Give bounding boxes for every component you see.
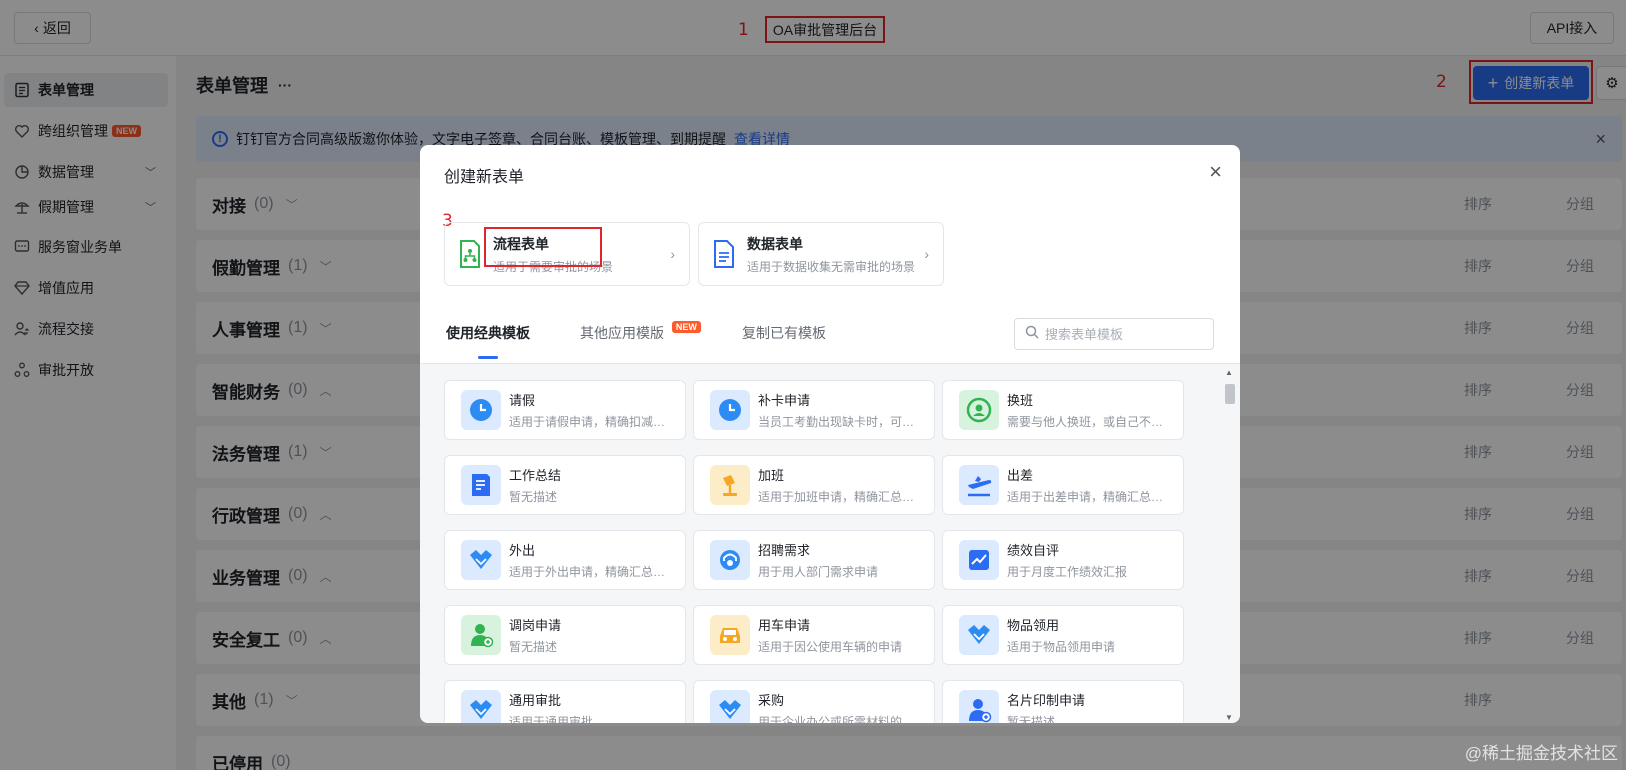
diamond-icon: [710, 690, 750, 723]
plane-icon: [959, 465, 999, 505]
tab-label: 其他应用模版: [580, 325, 664, 341]
diamond-icon: [461, 690, 501, 723]
template-name: 补卡申请: [758, 393, 811, 408]
headset-icon: [710, 540, 750, 580]
data-form-card[interactable]: 数据表单 适用于数据收集无需审批的场景 ›: [698, 222, 944, 286]
template-name: 换班: [1007, 393, 1034, 408]
template-name: 通用审批: [509, 693, 562, 708]
template-card[interactable]: 加班适用于加班申请，精确汇总加班时长: [693, 455, 935, 515]
person-icon: [959, 690, 999, 723]
template-desc: 适用于物品领用申请: [1007, 640, 1116, 654]
tab-classic-templates[interactable]: 使用经典模板: [446, 323, 530, 343]
template-desc: 适用于因公使用车辆的申请: [758, 640, 903, 654]
scroll-thumb[interactable]: [1225, 384, 1235, 404]
scrollbar[interactable]: ▲ ▼: [1224, 368, 1235, 722]
template-card[interactable]: 出差适用于出差申请，精确汇总出差时长: [942, 455, 1184, 515]
template-desc: 暂无描述: [1007, 715, 1056, 723]
template-desc: 适用于通用审批: [509, 715, 594, 723]
search-input[interactable]: [1045, 326, 1205, 342]
chart-icon: [959, 540, 999, 580]
diamond-icon: [959, 615, 999, 655]
template-card[interactable]: 通用审批适用于通用审批: [444, 680, 686, 723]
data-form-title: 数据表单: [747, 235, 803, 252]
template-desc: 暂无描述: [509, 640, 558, 654]
template-desc: 适用于出差申请，精确汇总出差时长: [1007, 490, 1167, 504]
template-name: 绩效自评: [1007, 543, 1060, 558]
close-icon[interactable]: ×: [1209, 159, 1222, 185]
chevron-right-icon: ›: [924, 246, 929, 262]
tab-other-app-templates[interactable]: 其他应用模版 NEW: [580, 321, 701, 343]
template-card[interactable]: 采购用于企业办公或所需材料的采购: [693, 680, 935, 723]
template-name: 请假: [509, 393, 536, 408]
template-name: 用车申请: [758, 618, 811, 633]
template-card[interactable]: 用车申请适用于因公使用车辆的申请: [693, 605, 935, 665]
tab-copy-existing[interactable]: 复制已有模板: [742, 323, 826, 343]
lamp-icon: [710, 465, 750, 505]
template-card[interactable]: 工作总结 暂无描述: [444, 455, 686, 515]
template-desc: 需要与他人换班，或自己不想上的班: [1007, 415, 1167, 429]
template-desc: 用于月度工作绩效汇报: [1007, 565, 1128, 579]
scroll-down-arrow[interactable]: ▼: [1225, 713, 1233, 722]
dialog-title: 创建新表单: [444, 169, 525, 186]
data-form-desc: 适用于数据收集无需审批的场景: [747, 259, 916, 274]
template-card[interactable]: 补卡申请当员工考勤出现缺卡时，可提交补卡: [693, 380, 935, 440]
template-name: 出差: [1007, 468, 1034, 483]
diamond-icon: [461, 540, 501, 580]
search-icon: [1025, 325, 1039, 344]
template-card[interactable]: 外出适用于外出申请，精确汇总外出时长: [444, 530, 686, 590]
template-desc: 用于用人部门需求申请: [758, 565, 879, 579]
template-card[interactable]: 名片印制申请暂无描述: [942, 680, 1184, 723]
car-icon: [710, 615, 750, 655]
template-desc: 适用于外出申请，精确汇总外出时长: [509, 565, 669, 579]
template-grid: 请假适用于请假申请，精确扣减假期余额补卡申请当员工考勤出现缺卡时，可提交补卡换班…: [420, 363, 1240, 723]
template-name: 采购: [758, 693, 785, 708]
person-icon: [461, 615, 501, 655]
scroll-up-arrow[interactable]: ▲: [1225, 368, 1233, 377]
template-card[interactable]: 绩效自评用于月度工作绩效汇报: [942, 530, 1184, 590]
template-name: 工作总结: [509, 468, 562, 483]
template-name: 名片印制申请: [1007, 693, 1086, 708]
active-tab-indicator: [478, 356, 498, 359]
template-name: 外出: [509, 543, 536, 558]
template-card[interactable]: 换班需要与他人换班，或自己不想上的班: [942, 380, 1184, 440]
template-card[interactable]: 请假适用于请假申请，精确扣减假期余额: [444, 380, 686, 440]
flow-form-icon: [457, 239, 483, 269]
template-name: 物品领用: [1007, 618, 1060, 633]
template-desc: 暂无描述: [509, 490, 558, 504]
template-card[interactable]: 招聘需求用于用人部门需求申请: [693, 530, 935, 590]
template-desc: 适用于请假申请，精确扣减假期余额: [509, 415, 669, 429]
template-name: 调岗申请: [509, 618, 562, 633]
watermark: @稀土掘金技术社区: [1464, 744, 1618, 763]
document-icon: [461, 465, 501, 505]
template-desc: 适用于加班申请，精确汇总加班时长: [758, 490, 918, 504]
template-name: 招聘需求: [758, 543, 811, 558]
create-form-dialog: 创建新表单 × 3 流程表单 适用于需要审批的场景 › 数据表单 适用于数据收集…: [420, 145, 1240, 723]
template-card[interactable]: 物品领用适用于物品领用申请: [942, 605, 1184, 665]
clock-icon: [461, 390, 501, 430]
document-icon: [711, 239, 737, 269]
highlight-box-3: [484, 227, 602, 267]
template-desc: 当员工考勤出现缺卡时，可提交补卡: [758, 415, 918, 429]
chevron-right-icon: ›: [670, 246, 675, 262]
swap-user-icon: [959, 390, 999, 430]
template-search[interactable]: [1014, 318, 1214, 350]
template-name: 加班: [758, 468, 785, 483]
template-desc: 用于企业办公或所需材料的采购: [758, 715, 918, 723]
template-card[interactable]: 调岗申请 暂无描述: [444, 605, 686, 665]
new-badge: NEW: [671, 321, 701, 333]
clock-icon: [710, 390, 750, 430]
